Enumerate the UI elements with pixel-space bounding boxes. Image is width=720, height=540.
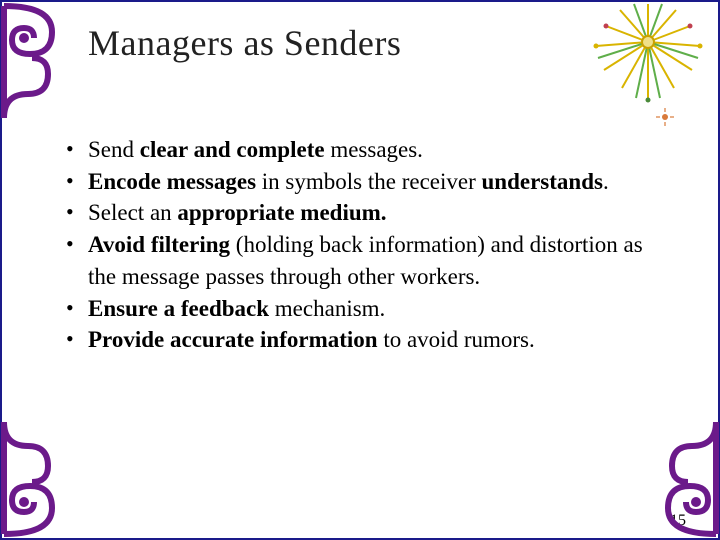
text-bold: Provide accurate information <box>88 327 378 352</box>
text: mechanism. <box>269 296 385 321</box>
text-bold: understands <box>482 169 603 194</box>
text-bold: appropriate medium. <box>177 200 386 225</box>
slide-title: Managers as Senders <box>88 22 401 64</box>
bullet-item: Avoid filtering (holding back informatio… <box>62 229 658 292</box>
text: to avoid rumors. <box>378 327 535 352</box>
text: in symbols the receiver <box>256 169 476 194</box>
text: . <box>603 169 609 194</box>
slide-body: Send clear and complete messages. Encode… <box>62 134 658 356</box>
bullet-item: Provide accurate information to avoid ru… <box>62 324 658 356</box>
text-bold: Avoid filtering <box>88 232 230 257</box>
text: Send <box>88 137 140 162</box>
text-bold: Encode messages <box>88 169 256 194</box>
bullet-item: Ensure a feedback mechanism. <box>62 293 658 325</box>
sparkle-icon <box>656 108 674 126</box>
text-bold: Ensure a feedback <box>88 296 269 321</box>
bullet-item: Send clear and complete messages. <box>62 134 658 166</box>
bullet-item: Encode messages in symbols the receiver … <box>62 166 658 198</box>
firework-icon <box>588 2 708 112</box>
page-number: 15 <box>670 512 686 530</box>
text: Select an <box>88 200 177 225</box>
text-bold: clear and complete <box>140 137 325 162</box>
corner-scroll-icon <box>0 2 60 122</box>
corner-scroll-icon <box>0 418 60 538</box>
bullet-item: Select an appropriate medium. <box>62 197 658 229</box>
corner-scroll-icon <box>660 418 720 538</box>
text: messages. <box>325 137 423 162</box>
slide: Managers as Senders Send clear and compl… <box>0 0 720 540</box>
